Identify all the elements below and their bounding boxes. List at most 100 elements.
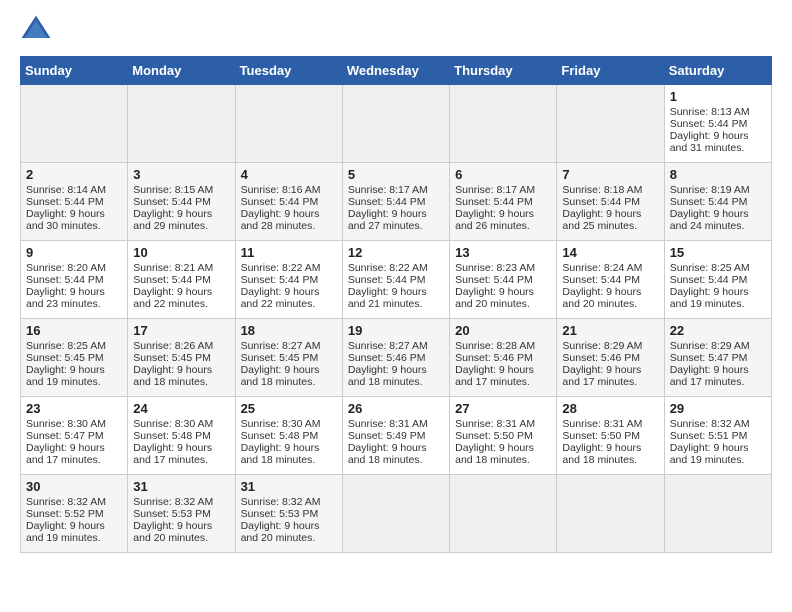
weekday-header-row: SundayMondayTuesdayWednesdayThursdayFrid… bbox=[21, 57, 772, 85]
weekday-header-sunday: Sunday bbox=[21, 57, 128, 85]
daylight: Daylight: 9 hours and 21 minutes. bbox=[348, 286, 427, 310]
sunset: Sunset: 5:44 PM bbox=[455, 274, 533, 286]
sunrise: Sunrise: 8:27 AM bbox=[241, 340, 321, 352]
sunrise: Sunrise: 8:23 AM bbox=[455, 262, 535, 274]
sunrise: Sunrise: 8:22 AM bbox=[241, 262, 321, 274]
sunset: Sunset: 5:44 PM bbox=[455, 196, 533, 208]
empty-cell bbox=[450, 85, 557, 163]
empty-cell bbox=[21, 85, 128, 163]
sunrise: Sunrise: 8:14 AM bbox=[26, 184, 106, 196]
sunset: Sunset: 5:50 PM bbox=[455, 430, 533, 442]
daylight: Daylight: 9 hours and 22 minutes. bbox=[133, 286, 212, 310]
sunrise: Sunrise: 8:17 AM bbox=[348, 184, 428, 196]
sunset: Sunset: 5:48 PM bbox=[241, 430, 319, 442]
daylight: Daylight: 9 hours and 23 minutes. bbox=[26, 286, 105, 310]
daylight: Daylight: 9 hours and 29 minutes. bbox=[133, 208, 212, 232]
sunset: Sunset: 5:44 PM bbox=[670, 274, 748, 286]
day-number: 16 bbox=[26, 323, 122, 338]
daylight: Daylight: 9 hours and 20 minutes. bbox=[241, 520, 320, 544]
daylight: Daylight: 9 hours and 20 minutes. bbox=[455, 286, 534, 310]
calendar-table: SundayMondayTuesdayWednesdayThursdayFrid… bbox=[20, 56, 772, 553]
sunrise: Sunrise: 8:32 AM bbox=[670, 418, 750, 430]
daylight: Daylight: 9 hours and 18 minutes. bbox=[455, 442, 534, 466]
daylight: Daylight: 9 hours and 24 minutes. bbox=[670, 208, 749, 232]
sunrise: Sunrise: 8:32 AM bbox=[26, 496, 106, 508]
weekday-header-wednesday: Wednesday bbox=[342, 57, 449, 85]
day-cell-11: 11Sunrise: 8:22 AMSunset: 5:44 PMDayligh… bbox=[235, 241, 342, 319]
day-number: 23 bbox=[26, 401, 122, 416]
empty-cell bbox=[342, 475, 449, 553]
sunrise: Sunrise: 8:31 AM bbox=[455, 418, 535, 430]
day-number: 9 bbox=[26, 245, 122, 260]
day-cell-8: 8Sunrise: 8:19 AMSunset: 5:44 PMDaylight… bbox=[664, 163, 771, 241]
day-cell-21: 21Sunrise: 8:29 AMSunset: 5:46 PMDayligh… bbox=[557, 319, 664, 397]
daylight: Daylight: 9 hours and 18 minutes. bbox=[133, 364, 212, 388]
day-cell-4: 4Sunrise: 8:16 AMSunset: 5:44 PMDaylight… bbox=[235, 163, 342, 241]
day-cell-3: 3Sunrise: 8:15 AMSunset: 5:44 PMDaylight… bbox=[128, 163, 235, 241]
day-number: 12 bbox=[348, 245, 444, 260]
day-cell-1: 1Sunrise: 8:13 AMSunset: 5:44 PMDaylight… bbox=[664, 85, 771, 163]
day-cell-10: 10Sunrise: 8:21 AMSunset: 5:44 PMDayligh… bbox=[128, 241, 235, 319]
sunset: Sunset: 5:44 PM bbox=[26, 196, 104, 208]
sunset: Sunset: 5:44 PM bbox=[133, 274, 211, 286]
sunset: Sunset: 5:45 PM bbox=[133, 352, 211, 364]
day-cell-9: 9Sunrise: 8:20 AMSunset: 5:44 PMDaylight… bbox=[21, 241, 128, 319]
day-number: 31 bbox=[133, 479, 229, 494]
empty-cell bbox=[450, 475, 557, 553]
day-number: 2 bbox=[26, 167, 122, 182]
sunset: Sunset: 5:44 PM bbox=[348, 196, 426, 208]
sunrise: Sunrise: 8:25 AM bbox=[670, 262, 750, 274]
day-cell-31: 31Sunrise: 8:32 AMSunset: 5:53 PMDayligh… bbox=[235, 475, 342, 553]
daylight: Daylight: 9 hours and 17 minutes. bbox=[562, 364, 641, 388]
day-number: 8 bbox=[670, 167, 766, 182]
sunset: Sunset: 5:46 PM bbox=[562, 352, 640, 364]
day-cell-29: 29Sunrise: 8:32 AMSunset: 5:51 PMDayligh… bbox=[664, 397, 771, 475]
daylight: Daylight: 9 hours and 19 minutes. bbox=[26, 364, 105, 388]
day-cell-31: 31Sunrise: 8:32 AMSunset: 5:53 PMDayligh… bbox=[128, 475, 235, 553]
weekday-header-monday: Monday bbox=[128, 57, 235, 85]
day-cell-13: 13Sunrise: 8:23 AMSunset: 5:44 PMDayligh… bbox=[450, 241, 557, 319]
sunrise: Sunrise: 8:30 AM bbox=[133, 418, 213, 430]
day-cell-20: 20Sunrise: 8:28 AMSunset: 5:46 PMDayligh… bbox=[450, 319, 557, 397]
sunrise: Sunrise: 8:32 AM bbox=[133, 496, 213, 508]
daylight: Daylight: 9 hours and 19 minutes. bbox=[670, 286, 749, 310]
day-cell-26: 26Sunrise: 8:31 AMSunset: 5:49 PMDayligh… bbox=[342, 397, 449, 475]
day-number: 6 bbox=[455, 167, 551, 182]
day-number: 11 bbox=[241, 245, 337, 260]
sunrise: Sunrise: 8:13 AM bbox=[670, 106, 750, 118]
sunrise: Sunrise: 8:25 AM bbox=[26, 340, 106, 352]
week-row-6: 30Sunrise: 8:32 AMSunset: 5:52 PMDayligh… bbox=[21, 475, 772, 553]
empty-cell bbox=[557, 85, 664, 163]
weekday-header-saturday: Saturday bbox=[664, 57, 771, 85]
sunset: Sunset: 5:44 PM bbox=[562, 196, 640, 208]
day-cell-5: 5Sunrise: 8:17 AMSunset: 5:44 PMDaylight… bbox=[342, 163, 449, 241]
sunset: Sunset: 5:52 PM bbox=[26, 508, 104, 520]
daylight: Daylight: 9 hours and 17 minutes. bbox=[26, 442, 105, 466]
daylight: Daylight: 9 hours and 18 minutes. bbox=[241, 442, 320, 466]
day-number: 10 bbox=[133, 245, 229, 260]
sunset: Sunset: 5:47 PM bbox=[670, 352, 748, 364]
day-cell-2: 2Sunrise: 8:14 AMSunset: 5:44 PMDaylight… bbox=[21, 163, 128, 241]
sunset: Sunset: 5:44 PM bbox=[241, 274, 319, 286]
empty-cell bbox=[128, 85, 235, 163]
day-number: 29 bbox=[670, 401, 766, 416]
day-cell-27: 27Sunrise: 8:31 AMSunset: 5:50 PMDayligh… bbox=[450, 397, 557, 475]
sunrise: Sunrise: 8:30 AM bbox=[241, 418, 321, 430]
sunrise: Sunrise: 8:28 AM bbox=[455, 340, 535, 352]
daylight: Daylight: 9 hours and 27 minutes. bbox=[348, 208, 427, 232]
day-cell-17: 17Sunrise: 8:26 AMSunset: 5:45 PMDayligh… bbox=[128, 319, 235, 397]
weekday-header-thursday: Thursday bbox=[450, 57, 557, 85]
sunrise: Sunrise: 8:18 AM bbox=[562, 184, 642, 196]
sunrise: Sunrise: 8:29 AM bbox=[562, 340, 642, 352]
day-cell-30: 30Sunrise: 8:32 AMSunset: 5:52 PMDayligh… bbox=[21, 475, 128, 553]
weekday-header-tuesday: Tuesday bbox=[235, 57, 342, 85]
day-number: 28 bbox=[562, 401, 658, 416]
day-number: 25 bbox=[241, 401, 337, 416]
sunrise: Sunrise: 8:19 AM bbox=[670, 184, 750, 196]
empty-cell bbox=[557, 475, 664, 553]
week-row-1: 1Sunrise: 8:13 AMSunset: 5:44 PMDaylight… bbox=[21, 85, 772, 163]
day-number: 15 bbox=[670, 245, 766, 260]
sunset: Sunset: 5:47 PM bbox=[26, 430, 104, 442]
daylight: Daylight: 9 hours and 18 minutes. bbox=[562, 442, 641, 466]
day-number: 19 bbox=[348, 323, 444, 338]
